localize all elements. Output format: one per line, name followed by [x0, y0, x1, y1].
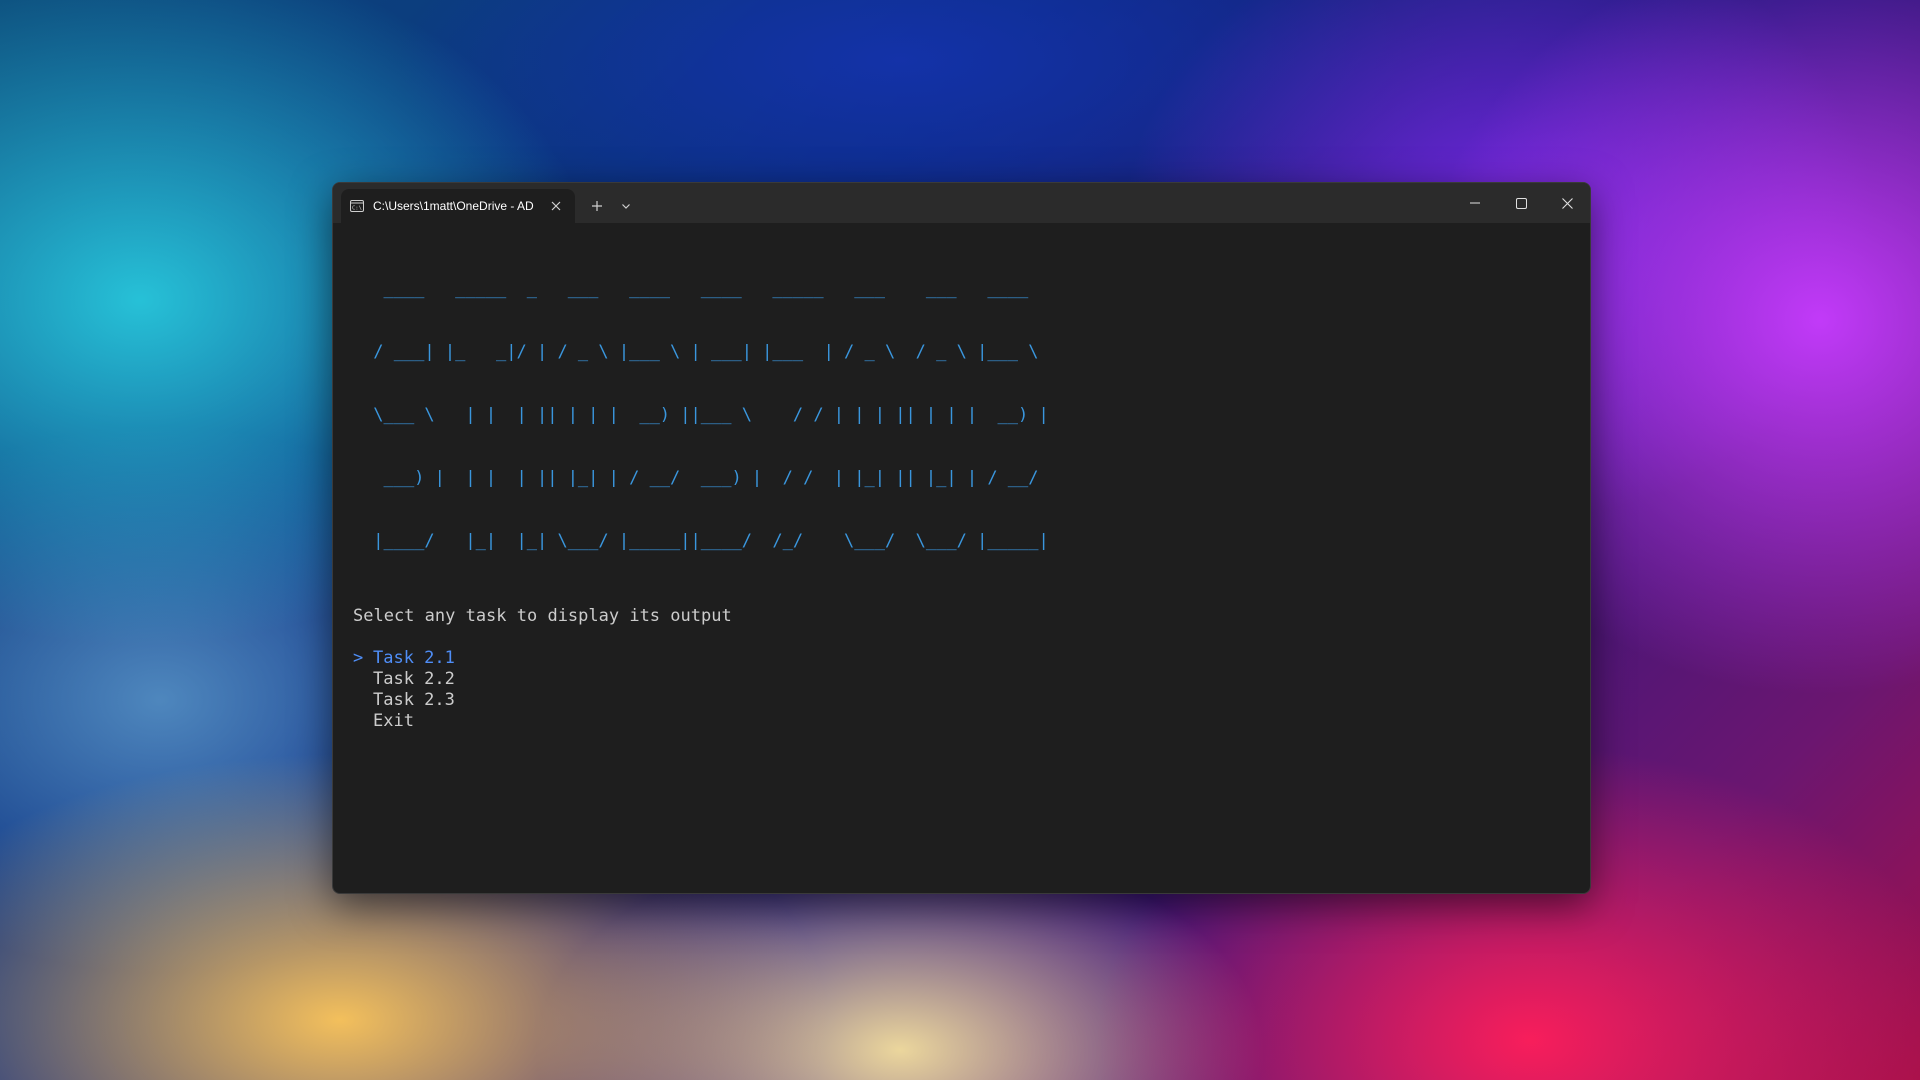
prompt-text: Select any task to display its output	[353, 606, 732, 626]
menu-item-task-2-3[interactable]: Task 2.3	[353, 690, 1590, 711]
menu-item-exit[interactable]: Exit	[353, 711, 1590, 732]
menu-item-label: Task 2.2	[373, 669, 455, 689]
banner-line: ____ _____ _ ___ ____ ____ _____ ___ ___…	[363, 279, 1049, 299]
close-icon	[551, 201, 561, 211]
window-controls	[1452, 183, 1590, 223]
menu-item-task-2-1[interactable]: > Task 2.1	[353, 648, 1590, 669]
tab-dropdown-button[interactable]	[613, 189, 639, 223]
close-window-button[interactable]	[1544, 183, 1590, 223]
tab-active[interactable]: C:\ C:\Users\1matt\OneDrive - AD	[341, 189, 575, 223]
tab-close-button[interactable]	[545, 195, 567, 217]
selection-marker: >	[353, 648, 364, 668]
tab-title: C:\Users\1matt\OneDrive - AD	[373, 199, 534, 213]
chevron-down-icon	[622, 204, 630, 209]
task-menu: > Task 2.1 Task 2.2 Task 2.3 Exit	[353, 648, 1590, 732]
banner-line: |____/ |_| |_| \___/ |_____||____/ /_/ \…	[363, 531, 1049, 551]
menu-item-label: Task 2.1	[373, 648, 455, 668]
menu-item-task-2-2[interactable]: Task 2.2	[353, 669, 1590, 690]
maximize-icon	[1515, 197, 1527, 209]
menu-item-label: Task 2.3	[373, 690, 455, 710]
terminal-output[interactable]: ____ _____ _ ___ ____ ____ _____ ___ ___…	[333, 223, 1590, 893]
ascii-banner: ____ _____ _ ___ ____ ____ _____ ___ ___…	[363, 237, 1590, 594]
minimize-button[interactable]	[1452, 183, 1498, 223]
new-tab-button[interactable]	[581, 189, 613, 223]
minimize-icon	[1470, 202, 1480, 204]
menu-item-label: Exit	[373, 711, 414, 731]
close-icon	[1561, 197, 1573, 209]
title-bar[interactable]: C:\ C:\Users\1matt\OneDrive - AD	[333, 183, 1590, 223]
terminal-icon: C:\	[350, 200, 364, 212]
banner-line: ___) | | | | || |_| | / __/ ___) | / / |…	[363, 468, 1049, 488]
plus-icon	[592, 201, 602, 211]
maximize-button[interactable]	[1498, 183, 1544, 223]
terminal-window: C:\ C:\Users\1matt\OneDrive - AD ____ __…	[332, 182, 1591, 894]
banner-line: / ___| |_ _|/ | / _ \ |___ \ | ___| |___…	[363, 342, 1049, 362]
svg-text:C:\: C:\	[352, 206, 362, 212]
banner-line: \___ \ | | | || | | | __) ||___ \ / / | …	[363, 405, 1049, 425]
